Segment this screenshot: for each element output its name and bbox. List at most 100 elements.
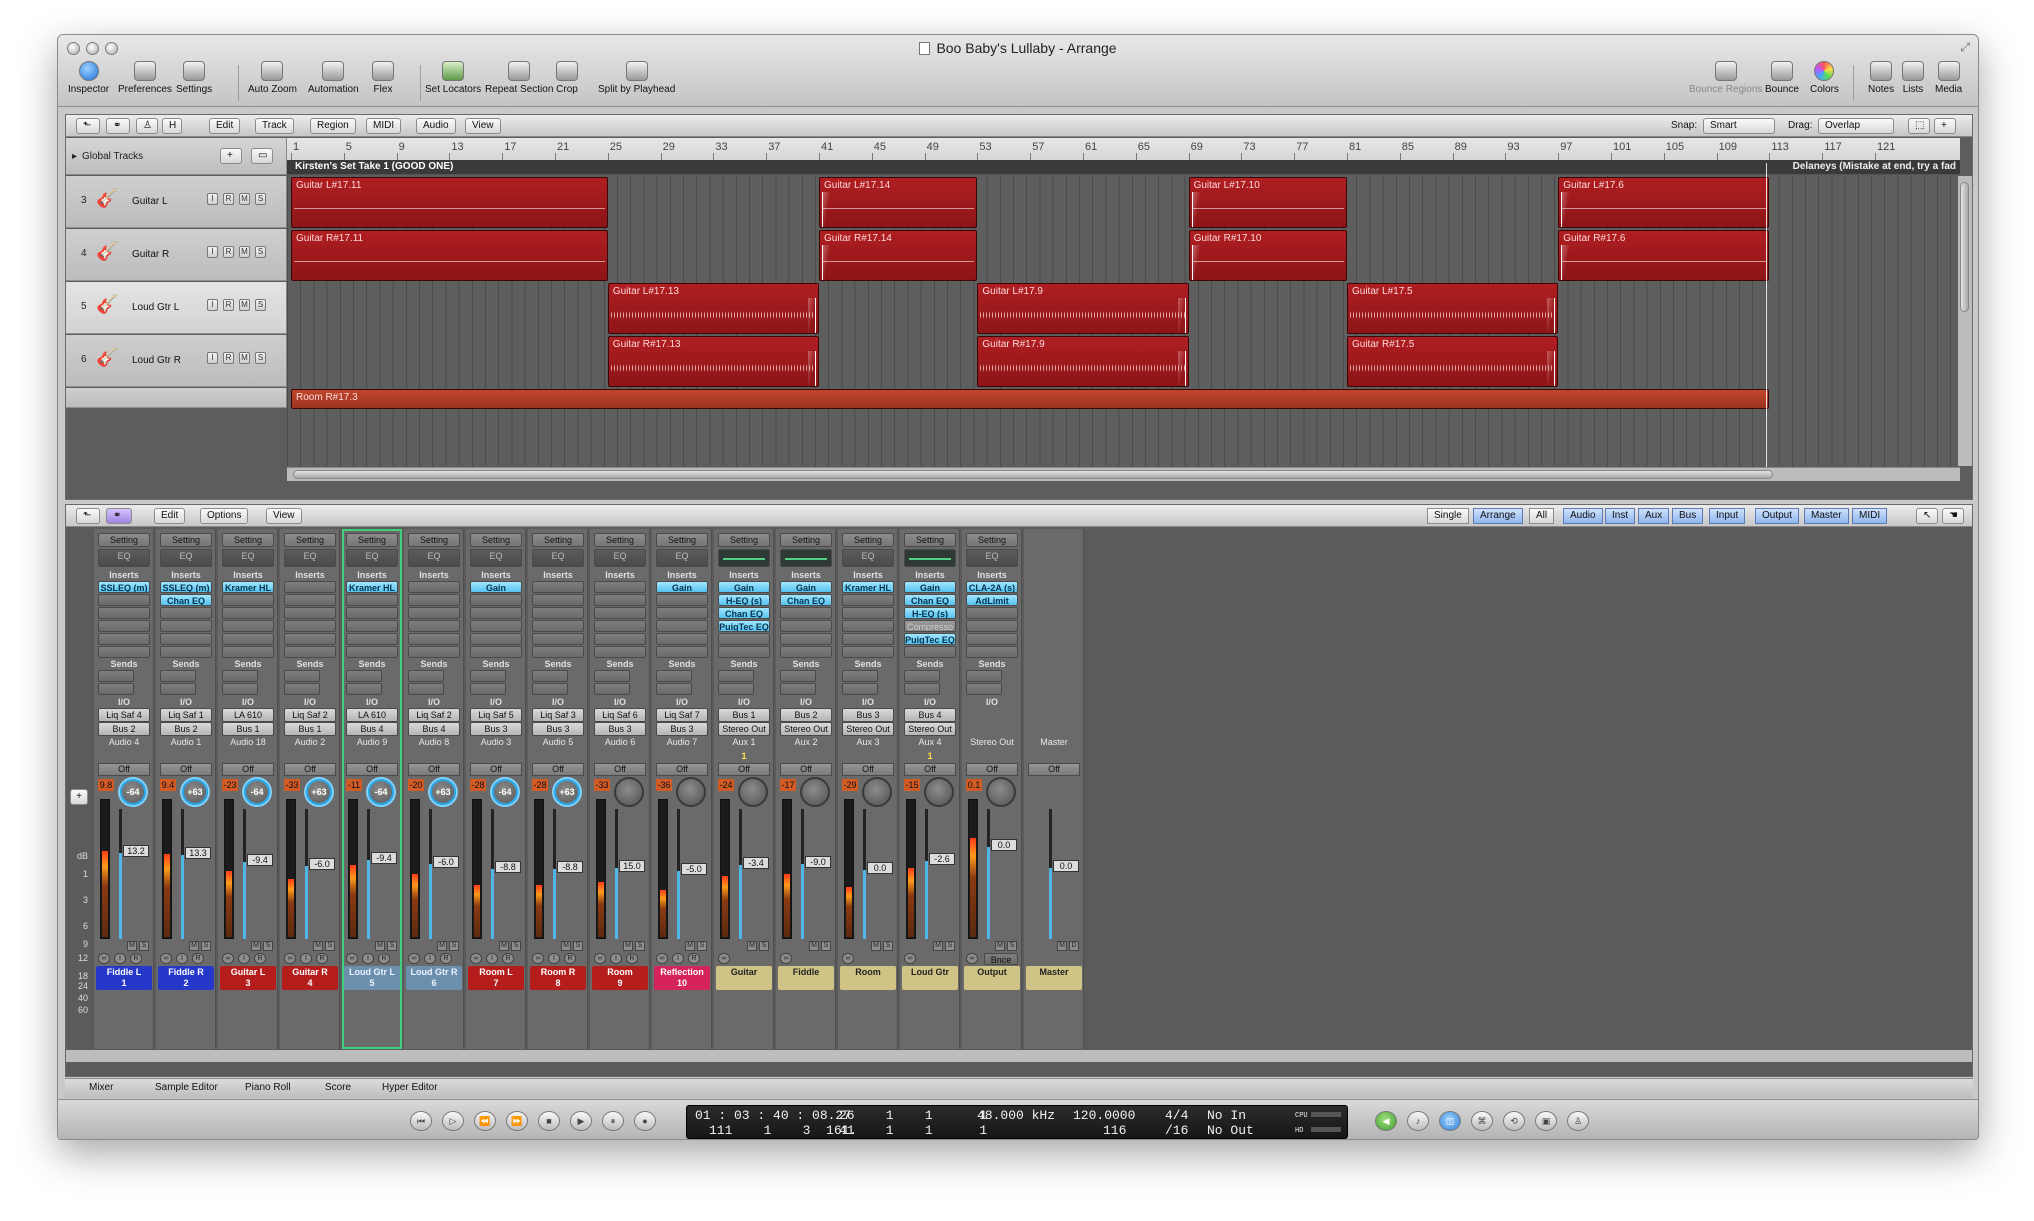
peak-indicator[interactable]: -28 — [532, 779, 548, 791]
bounce-regions-button[interactable]: Bounce Regions — [1689, 61, 1762, 105]
audio-region[interactable]: Guitar L#17.6 — [1558, 177, 1770, 228]
pan-knob[interactable] — [676, 777, 706, 807]
link-icon[interactable]: ∞ — [470, 953, 482, 964]
arrange-menu-track[interactable]: Track — [255, 118, 294, 134]
pan-knob[interactable]: +63 — [180, 777, 210, 807]
fader-value[interactable]: 13.2 — [123, 845, 149, 858]
split-by-playhead-button[interactable]: Split by Playhead — [598, 61, 675, 105]
solo-button[interactable]: S — [821, 941, 831, 951]
insert-chan-eq[interactable]: Chan EQ — [780, 594, 832, 606]
audio-region[interactable]: Guitar R#17.9 — [977, 336, 1189, 387]
track-i-toggle[interactable]: I — [114, 953, 126, 964]
mute-button[interactable]: M — [251, 941, 261, 951]
audio-region[interactable]: Guitar R#17.14 — [819, 230, 978, 281]
audio-region[interactable]: Guitar R#17.5 — [1347, 336, 1559, 387]
insert-slot-empty[interactable] — [222, 607, 274, 619]
insert-slot-empty[interactable] — [284, 581, 336, 593]
fader-value[interactable]: -5.0 — [681, 863, 707, 876]
channel-strip-loud-gtr-l[interactable]: Setting EQ Inserts Kramer HL Sends I/O LA 610 B… — [342, 529, 402, 1049]
send-slot[interactable] — [222, 683, 258, 695]
marker-bar[interactable]: Kirsten's Set Take 1 (GOOD ONE) Delaneys… — [287, 160, 1960, 174]
insert-gain[interactable]: Gain — [470, 581, 522, 593]
setting-button[interactable]: Setting — [470, 533, 522, 547]
mute-button[interactable]: M — [747, 941, 757, 951]
output-slot[interactable]: Bus 3 — [656, 722, 708, 736]
audio-region[interactable]: Guitar R#17.13 — [607, 336, 819, 387]
insert-slot-empty[interactable] — [284, 607, 336, 619]
automation-button[interactable]: Automation — [308, 61, 359, 105]
insert-slot-empty[interactable] — [966, 633, 1018, 645]
eq-display[interactable]: EQ — [656, 549, 708, 567]
insert-slot-empty[interactable] — [780, 620, 832, 632]
input-slot[interactable]: Liq Saf 7 — [656, 708, 708, 722]
output-slot[interactable]: Bus 3 — [532, 722, 584, 736]
fader-value[interactable]: 13.3 — [185, 846, 211, 859]
setting-button[interactable]: Setting — [346, 533, 398, 547]
channel-name-fiddle-r[interactable]: Fiddle R2 — [158, 966, 214, 990]
insert-puigtec-eq[interactable]: PuigTec EQ — [904, 633, 956, 645]
insert-slot-empty[interactable] — [966, 646, 1018, 658]
insert-slot-empty[interactable] — [594, 646, 646, 658]
send-slot[interactable] — [904, 670, 940, 682]
insert-cla-2a-s[interactable]: CLA-2A (s) — [966, 581, 1018, 593]
insert-slot-empty[interactable] — [656, 646, 708, 658]
solo-button[interactable]: S — [635, 941, 645, 951]
insert-slot-empty[interactable] — [346, 594, 398, 606]
insert-slot-empty[interactable] — [966, 607, 1018, 619]
link-icon[interactable]: ∞ — [780, 953, 792, 964]
peak-indicator[interactable]: -15 — [904, 779, 920, 791]
track-m-button[interactable]: M — [239, 299, 250, 311]
channel-strip-loud-gtr[interactable]: Setting Inserts Gain Chan EQ H-EQ (s) Compres… — [900, 529, 960, 1049]
link-icon[interactable]: ∞ — [284, 953, 296, 964]
mute-button[interactable]: M — [995, 941, 1005, 951]
track-r-toggle[interactable]: R — [316, 953, 328, 964]
fast-forward-icon[interactable]: ⏩ — [506, 1111, 528, 1131]
output-slot[interactable]: Bus 2 — [160, 722, 212, 736]
insert-slot-empty[interactable] — [408, 633, 460, 645]
mute-button[interactable]: M — [499, 941, 509, 951]
send-slot[interactable] — [842, 670, 878, 682]
insert-chan-eq[interactable]: Chan EQ — [160, 594, 212, 606]
insert-slot-empty[interactable] — [780, 607, 832, 619]
solo-button[interactable]: S — [697, 941, 707, 951]
output-slot[interactable]: Bus 4 — [408, 722, 460, 736]
insert-chan-eq[interactable]: Chan EQ — [718, 607, 770, 619]
insert-slot-empty[interactable] — [842, 633, 894, 645]
output-slot[interactable]: Bus 1 — [284, 722, 336, 736]
fader-value[interactable]: -6.0 — [309, 858, 335, 871]
channel-name-loud-gtr-l[interactable]: Loud Gtr L5 — [344, 966, 400, 990]
inspector-button[interactable]: Inspector — [68, 61, 109, 105]
eq-display[interactable]: EQ — [222, 549, 274, 567]
add-channel-button[interactable]: + — [70, 789, 88, 805]
track-i-toggle[interactable]: I — [486, 953, 498, 964]
mixer-menu-view[interactable]: View — [266, 508, 302, 524]
send-slot[interactable] — [780, 670, 816, 682]
peak-indicator[interactable]: 0.1 — [966, 779, 982, 791]
insert-slot-empty[interactable] — [98, 620, 150, 632]
channel-strip-room-l[interactable]: Setting EQ Inserts Gain Sends I/O Liq Saf 5 Bus… — [466, 529, 526, 1049]
channel-name-guitar[interactable]: Guitar — [716, 966, 772, 990]
channel-name-output[interactable]: Output — [964, 966, 1020, 990]
solo-button[interactable]: S — [201, 941, 211, 951]
filter-input[interactable]: Input — [1709, 508, 1746, 524]
insert-adlimit[interactable]: AdLimit — [966, 594, 1018, 606]
automation-mode-select[interactable]: Off — [1028, 763, 1080, 776]
tab-hyper-editor[interactable]: Hyper Editor — [382, 1082, 438, 1093]
automation-mode-select[interactable]: Off — [842, 763, 894, 776]
fader-value[interactable]: -8.8 — [495, 860, 521, 873]
channel-strip-master[interactable]: Master Off 0.0 M D Master — [1024, 529, 1084, 1049]
send-slot[interactable] — [408, 670, 444, 682]
eq-display[interactable]: EQ — [284, 549, 336, 567]
peak-indicator[interactable]: -33 — [284, 779, 300, 791]
link-icon[interactable]: ∞ — [594, 953, 606, 964]
track-r-toggle[interactable]: R — [378, 953, 390, 964]
channel-strip-output[interactable]: Setting EQ Inserts CLA-2A (s) AdLimit Sends I/… — [962, 529, 1022, 1049]
track-r-toggle[interactable]: R — [502, 953, 514, 964]
mute-button[interactable]: M — [127, 941, 137, 951]
solo-button[interactable]: S — [883, 941, 893, 951]
track-s-button[interactable]: S — [255, 246, 266, 258]
insert-slot-empty[interactable] — [160, 607, 212, 619]
insert-slot-empty[interactable] — [532, 646, 584, 658]
global-tracks-header[interactable]: ▸ Global Tracks + ▭ — [66, 138, 287, 175]
insert-slot-empty[interactable] — [284, 594, 336, 606]
